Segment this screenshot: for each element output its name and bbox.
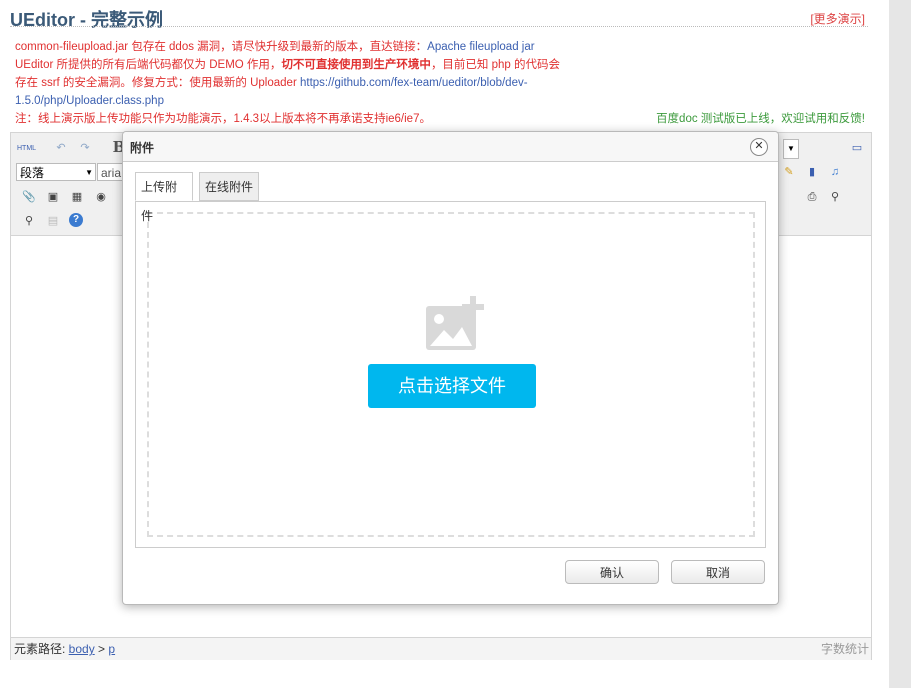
path-body-link[interactable]: body xyxy=(69,642,95,656)
element-path-label: 元素路径: xyxy=(14,642,69,656)
redo-icon[interactable]: ↷ xyxy=(77,140,93,156)
attachment-icon[interactable]: 📎 xyxy=(21,189,37,205)
choose-file-button[interactable]: 点击选择文件 xyxy=(368,364,536,408)
help-icon[interactable]: ? xyxy=(69,213,83,227)
editor-statusbar: 元素路径: body > p 字数统计 xyxy=(11,637,871,660)
attachment-dialog: 附件 ✕ 上传附件 在线附件 点击选择文件 确认 取消 xyxy=(122,131,779,605)
insert-image-icon[interactable]: ▦ xyxy=(69,189,85,205)
zoom-icon[interactable]: ⚲ xyxy=(827,189,843,205)
confirm-button[interactable]: 确认 xyxy=(565,560,659,584)
tab-upload-attachment[interactable]: 上传附件 xyxy=(135,172,193,223)
page-scrollbar[interactable] xyxy=(889,0,911,688)
word-count: 字数统计 xyxy=(820,642,869,656)
baidu-doc-note[interactable]: 百度doc 测试版已上线，欢迎试用和反馈! xyxy=(656,110,865,126)
chevron-down-icon: ▼ xyxy=(85,168,93,177)
add-image-icon xyxy=(426,296,484,350)
fileupload-link[interactable]: Apache fileupload jar xyxy=(427,41,534,53)
image-icon[interactable]: ▣ xyxy=(45,189,61,205)
music-icon[interactable]: ♫ xyxy=(827,164,843,180)
page-title: UEditor - 完整示例 xyxy=(10,10,163,30)
dialog-title: 附件 xyxy=(130,141,155,155)
path-separator: > xyxy=(94,642,109,656)
undo-icon[interactable]: ↶ xyxy=(53,140,69,156)
path-p-link[interactable]: p xyxy=(108,642,115,656)
paragraph-select[interactable]: 段落 ▼ xyxy=(16,163,96,181)
notice-text: common-fileupload.jar 包存在 ddos 漏洞，请尽快升级到… xyxy=(15,38,560,110)
element-path: 元素路径: body > p xyxy=(14,638,115,660)
file-dropzone[interactable]: 点击选择文件 xyxy=(147,212,755,537)
dialog-header[interactable]: 附件 ✕ xyxy=(123,132,778,162)
link-icon[interactable]: ◉ xyxy=(93,189,109,205)
print-icon[interactable]: ⎙ xyxy=(804,189,820,205)
notice-part1: common-fileupload.jar 包存在 ddos 漏洞，请尽快升级到… xyxy=(15,41,428,53)
notice-ie-support: 注：线上演示版上传功能只作为功能演示，1.4.3以上版本将不再承诺支持ie6/i… xyxy=(15,113,431,125)
more-demos-link[interactable]: [更多演示] xyxy=(810,10,865,27)
html-icon[interactable]: HTML xyxy=(17,141,36,157)
paragraph-select-value: 段落 xyxy=(20,166,45,180)
notice-bold: 切不可直接使用到生产环境中 xyxy=(281,59,431,71)
video-icon[interactable]: ▮ xyxy=(804,164,820,180)
dropdown-arrow-icon[interactable]: ▼ xyxy=(783,139,799,159)
notice-part2: UEditor 所提供的所有后端代码都仅为 DEMO 作用， xyxy=(15,59,282,71)
title-divider xyxy=(10,26,868,27)
cancel-button[interactable]: 取消 xyxy=(671,560,765,584)
close-icon[interactable]: ✕ xyxy=(750,138,768,156)
tab-online-attachment[interactable]: 在线附件 xyxy=(199,172,259,201)
find-replace-icon[interactable]: ⚲ xyxy=(21,213,37,229)
upload-panel: 点击选择文件 xyxy=(135,201,766,548)
template-icon[interactable]: ▤ xyxy=(45,213,61,229)
emoticon-icon[interactable]: ✎ xyxy=(781,164,797,180)
preview-icon[interactable]: ▭ xyxy=(849,140,865,156)
